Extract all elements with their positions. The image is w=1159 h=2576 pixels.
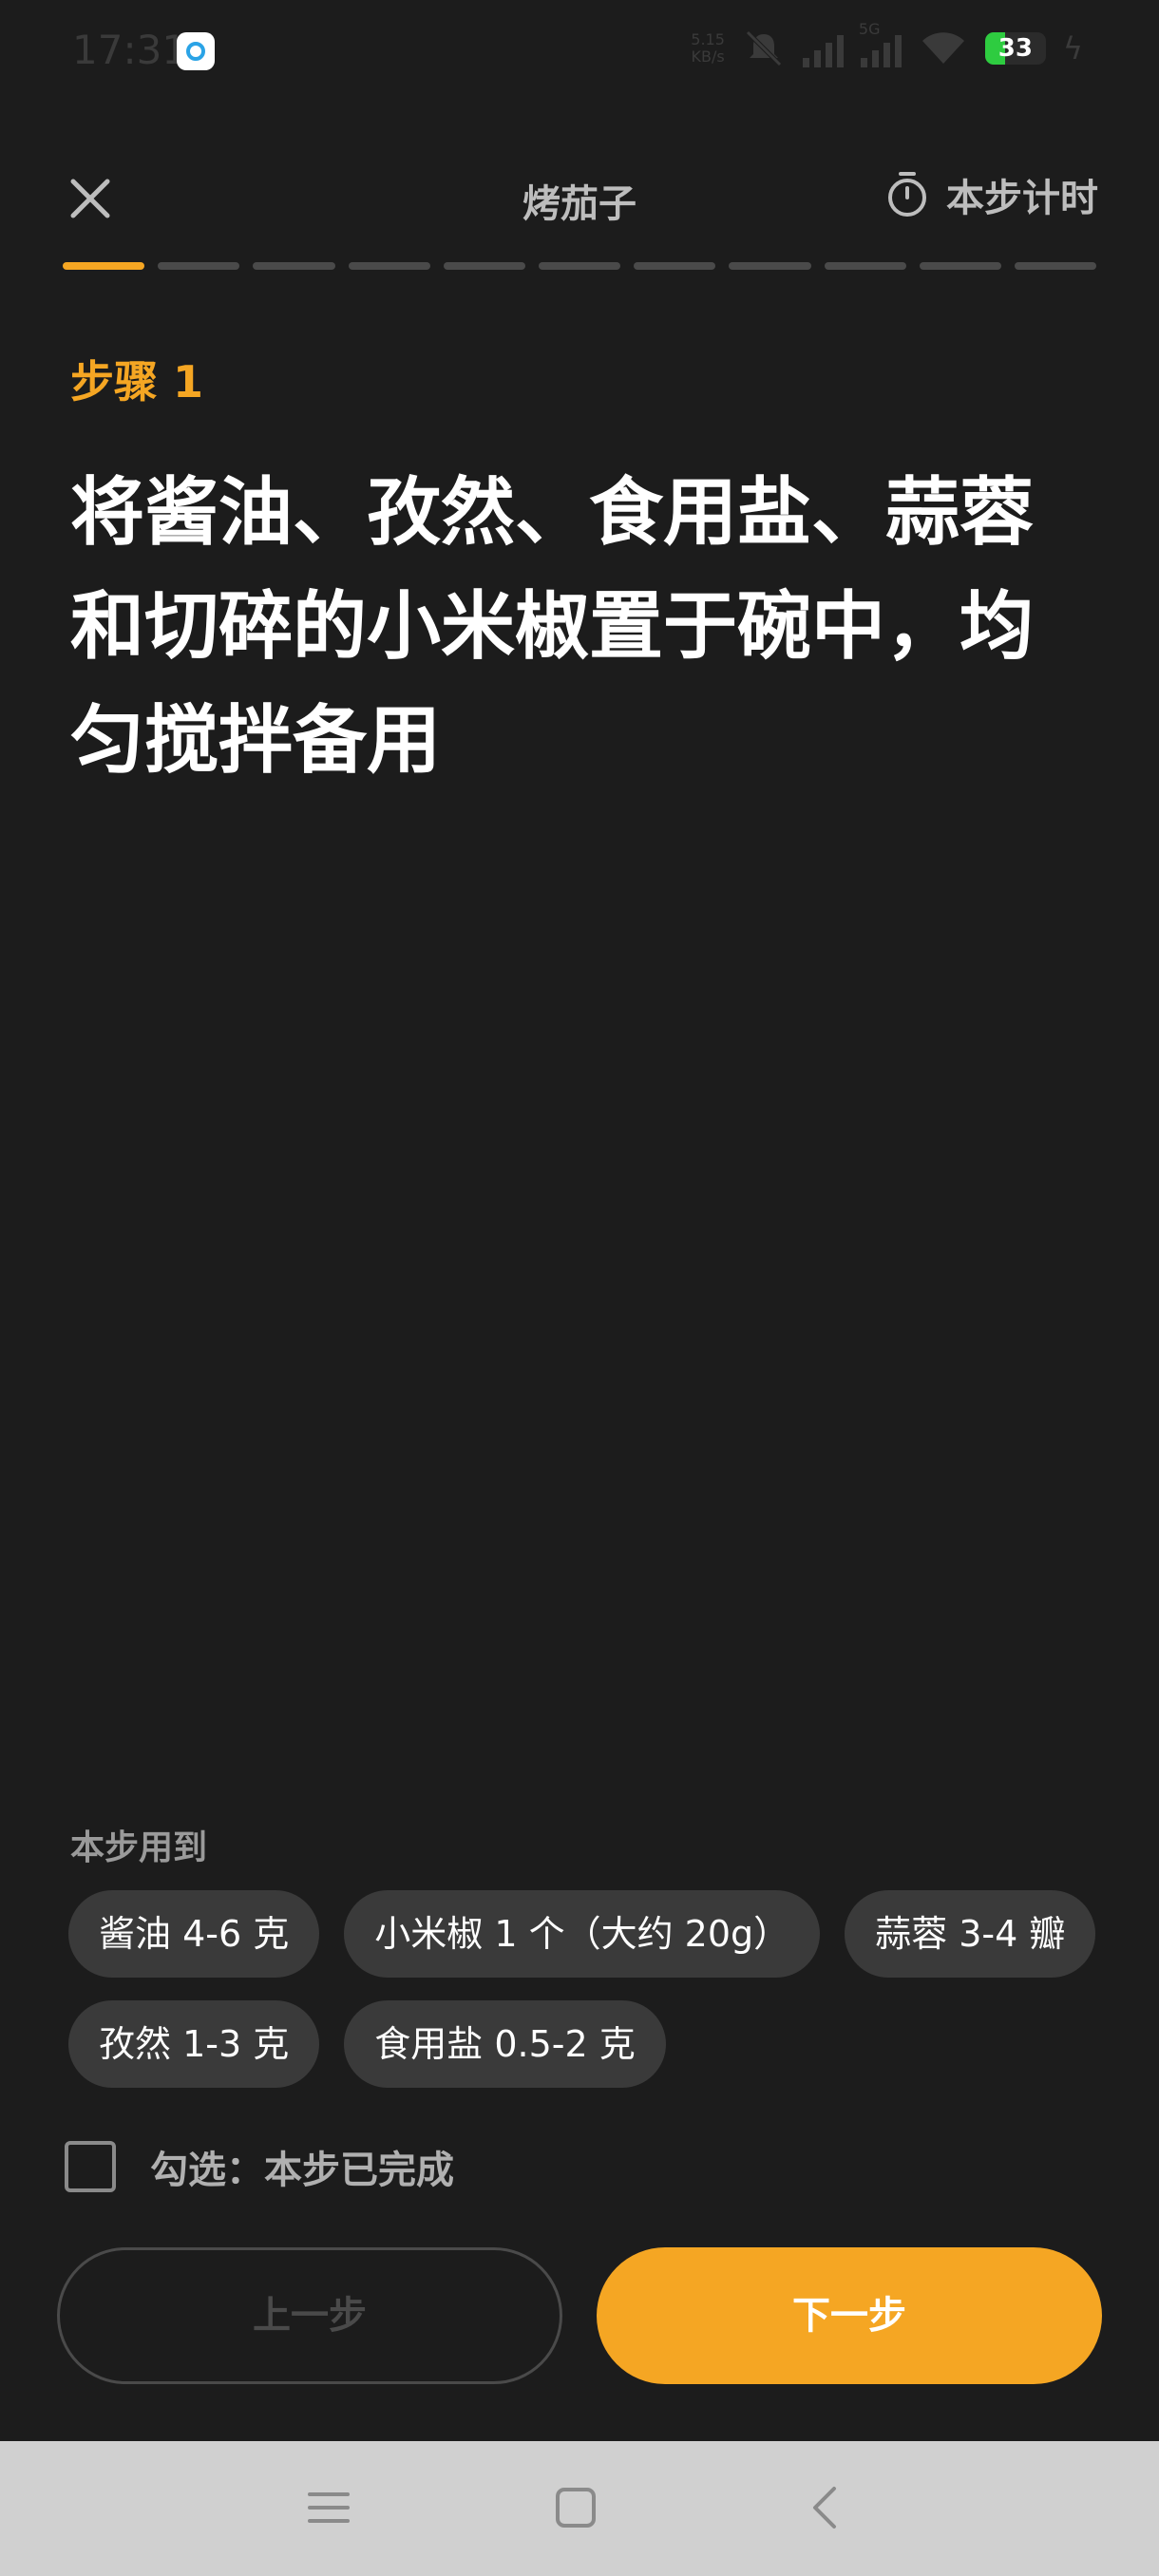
- network-speed: 5.15 KB/s: [691, 30, 725, 66]
- progress-segment: [158, 262, 240, 270]
- ingredient-chip: 酱油 4-6 克: [68, 1890, 320, 1978]
- step-timer-label: 本步计时: [946, 177, 1098, 220]
- battery-icon: 33: [984, 32, 1046, 65]
- status-bar: 17:31 5.15 KB/s 5G 33 ϟ: [0, 0, 1159, 104]
- step-timer-button[interactable]: 本步计时: [885, 167, 1098, 222]
- prev-step-button[interactable]: 上一步: [57, 2247, 562, 2384]
- nav-menu-button[interactable]: [300, 2479, 357, 2536]
- progress-segment: [1014, 262, 1097, 270]
- system-navigation-bar: [0, 2441, 1159, 2576]
- progress-segment: [253, 262, 335, 270]
- step-done-label: 勾选：本步已完成: [150, 2149, 454, 2192]
- next-step-button[interactable]: 下一步: [597, 2247, 1102, 2384]
- progress-segment: [729, 262, 811, 270]
- progress-segment: [634, 262, 716, 270]
- step-progress-bar: [63, 262, 1097, 270]
- step-done-checkbox[interactable]: [65, 2141, 116, 2192]
- progress-segment: [538, 262, 621, 270]
- nav-home-button[interactable]: [547, 2479, 604, 2536]
- ingredient-chips: 酱油 4-6 克 小米椒 1 个（大约 20g） 蒜蓉 3-4 瓣 孜然 1-3…: [68, 1890, 1104, 2088]
- nav-back-button[interactable]: [796, 2479, 853, 2536]
- signal-strength-sim1-icon: [802, 29, 844, 67]
- home-square-icon: [556, 2488, 596, 2528]
- mute-bell-icon: [746, 30, 782, 66]
- ingredient-chip: 蒜蓉 3-4 瓣: [845, 1890, 1096, 1978]
- step-instruction: 将酱油、孜然、食用盐、蒜蓉和切碎的小米椒置于碗中，均匀搅拌备用: [70, 470, 1035, 784]
- charging-bolt-icon: ϟ: [1062, 30, 1083, 66]
- progress-segment: [443, 262, 525, 270]
- ingredients-used-label: 本步用到: [70, 1828, 208, 1867]
- progress-segment: [348, 262, 430, 270]
- ingredient-chip: 小米椒 1 个（大约 20g）: [344, 1890, 821, 1978]
- progress-segment: [919, 262, 1001, 270]
- status-time: 17:31: [72, 27, 188, 73]
- step-done-row[interactable]: 勾选：本步已完成: [65, 2139, 454, 2194]
- notification-app-icon: [177, 32, 215, 70]
- ingredient-chip: 孜然 1-3 克: [68, 2000, 320, 2088]
- progress-segment: [63, 262, 145, 270]
- step-label: 步骤 1: [70, 356, 204, 407]
- header: 烤茄子 本步计时: [0, 152, 1159, 237]
- ingredient-chip: 食用盐 0.5-2 克: [344, 2000, 666, 2088]
- signal-strength-5g-icon: 5G: [859, 20, 902, 67]
- menu-icon: [308, 2492, 350, 2523]
- back-chevron-icon: [813, 2487, 836, 2529]
- stopwatch-icon: [888, 172, 926, 217]
- progress-segment: [824, 262, 906, 270]
- status-icons: 5.15 KB/s 5G 33 ϟ: [691, 20, 1083, 70]
- wifi-icon: [922, 32, 964, 64]
